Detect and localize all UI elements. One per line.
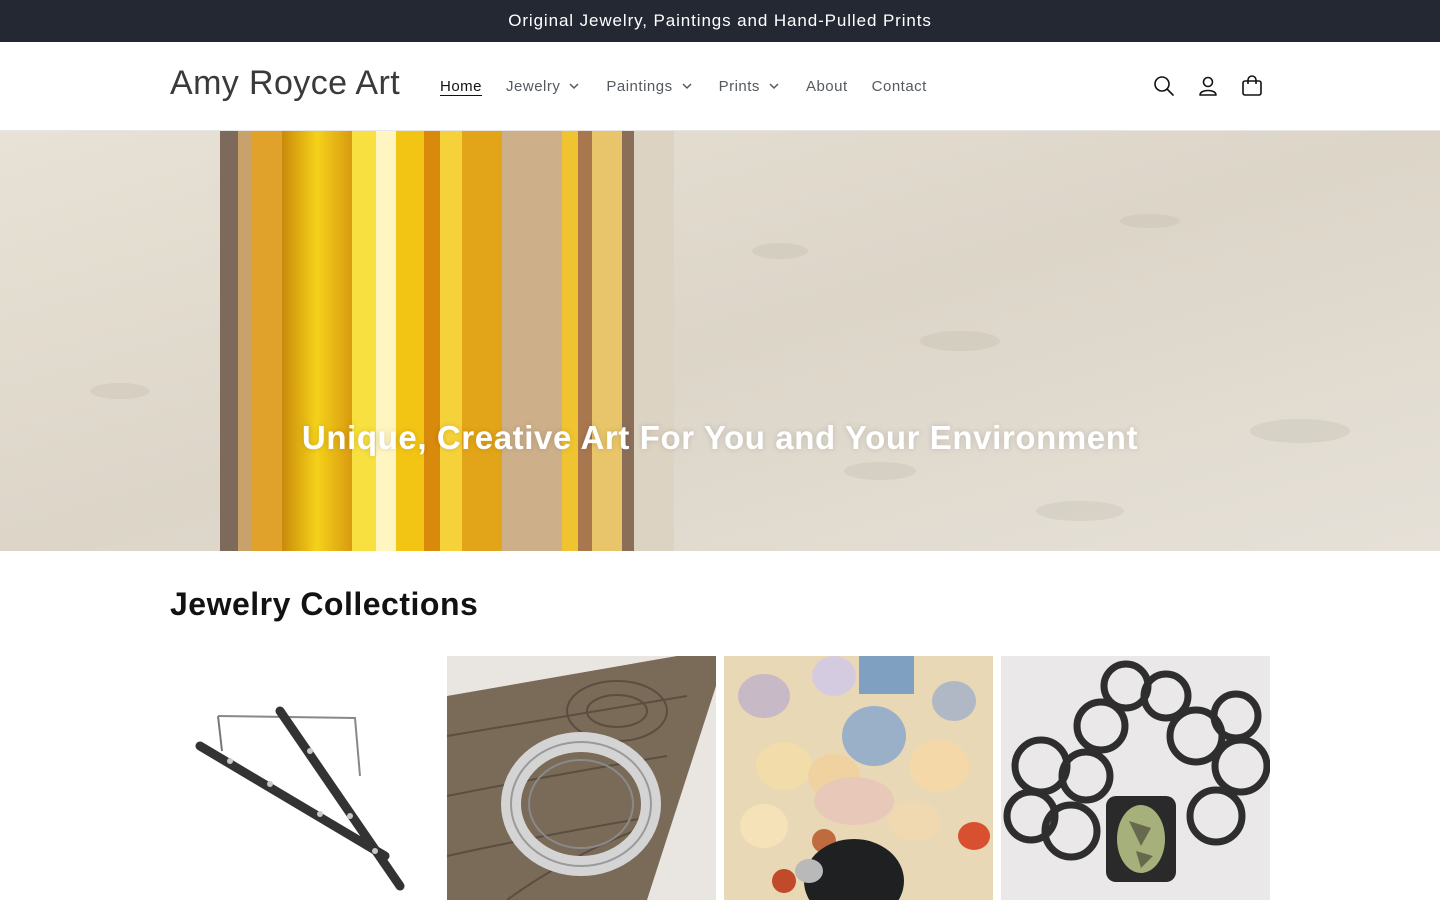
collection-grid	[170, 656, 1270, 900]
nav-label: Jewelry	[506, 77, 561, 95]
nav-item-paintings[interactable]: Paintings	[594, 66, 706, 106]
search-button[interactable]	[1142, 64, 1186, 108]
search-icon	[1154, 76, 1174, 96]
nav-label: Prints	[718, 77, 760, 95]
chain-link-turquoise-bracelet-image	[1001, 656, 1270, 900]
silver-bar-earrings-image	[170, 656, 439, 900]
nav-label: Home	[440, 77, 483, 95]
hero-background-image	[0, 131, 1440, 551]
chevron-down-icon	[682, 83, 692, 90]
announcement-text: Original Jewelry, Paintings and Hand-Pul…	[508, 11, 932, 30]
collection-card[interactable]	[447, 656, 716, 900]
gemstone-beads-image	[724, 656, 993, 900]
header-icons	[1142, 64, 1274, 108]
nav-item-home[interactable]: Home	[428, 66, 494, 106]
site-header: Amy Royce Art Home Jewelry Paintings Pri…	[0, 42, 1440, 131]
nav-item-jewelry[interactable]: Jewelry	[494, 66, 594, 106]
cart-icon	[1242, 75, 1262, 96]
hero-heading: Unique, Creative Art For You and Your En…	[301, 419, 1139, 456]
nav-label: Contact	[871, 77, 927, 95]
collections-title: Jewelry Collections	[170, 586, 479, 622]
chevron-down-icon	[769, 83, 779, 90]
hammered-silver-ring-image	[447, 656, 716, 900]
nav-label: Paintings	[606, 77, 673, 95]
account-button[interactable]	[1186, 64, 1230, 108]
nav-item-prints[interactable]: Prints	[707, 66, 794, 106]
collection-card[interactable]	[724, 656, 993, 900]
chevron-down-icon	[569, 83, 579, 90]
account-icon	[1199, 76, 1217, 96]
nav-item-contact[interactable]: Contact	[860, 66, 939, 106]
hero-banner: Unique, Creative Art For You and Your En…	[0, 131, 1440, 551]
main-nav: Home Jewelry Paintings Prints About Cont…	[428, 42, 939, 130]
collection-card[interactable]	[1001, 656, 1270, 900]
collection-card[interactable]	[170, 656, 439, 900]
cart-button[interactable]	[1230, 64, 1274, 108]
nav-label: About	[805, 77, 848, 95]
site-logo[interactable]: Amy Royce Art	[170, 64, 400, 103]
nav-item-about[interactable]: About	[794, 66, 860, 106]
announcement-bar: Original Jewelry, Paintings and Hand-Pul…	[0, 0, 1440, 42]
